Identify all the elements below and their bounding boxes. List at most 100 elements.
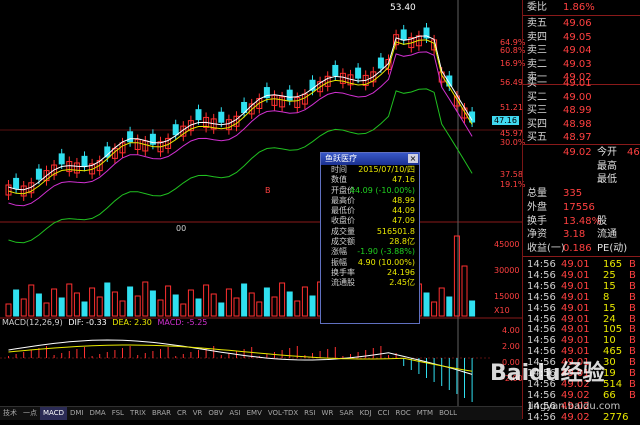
volume-bar <box>119 300 126 317</box>
popup-row: 开盘价 44.09 (-10.00%) <box>321 186 419 196</box>
volume-bar <box>203 284 210 317</box>
bids-price: 49.01 <box>563 78 592 89</box>
tab-rsi[interactable]: RSI <box>301 407 318 420</box>
quote-label-right: 最低 <box>597 174 617 186</box>
quote-label-left: 总量 <box>527 188 547 200</box>
popup-title-bar[interactable]: 鱼跃医疗 × <box>321 153 419 165</box>
popup-row-value: 2015/07/10/四 <box>358 165 415 174</box>
tab-cr[interactable]: CR <box>174 407 190 420</box>
candle-body <box>58 153 65 165</box>
bids-price: 48.99 <box>563 105 592 117</box>
popup-row-label: 收盘价 <box>331 216 355 226</box>
popup-row-value: 24.196 <box>387 267 415 277</box>
volume-bar <box>218 302 225 317</box>
popup-row: 时间 2015/07/10/四 <box>321 165 419 175</box>
popup-row: 最低价 44.09 <box>321 206 419 216</box>
tab-kdj[interactable]: KDJ <box>357 407 375 420</box>
axis-label: 45.97 <box>500 129 523 138</box>
asks-row[interactable]: 卖五 49.06 <box>523 17 640 31</box>
watermark-logo: Baidu经验 <box>490 361 605 386</box>
asks-row[interactable]: 卖四 49.05 <box>523 31 640 45</box>
axis-label: 51.21 <box>500 103 523 112</box>
quote-label-left: 净资 <box>527 229 547 241</box>
quote-value-left: 335 <box>563 188 583 200</box>
volume-bar <box>5 303 12 317</box>
volume-bar <box>469 300 476 317</box>
bids-row[interactable]: 买一 49.01 <box>523 77 640 91</box>
quote-row: 最高 <box>523 160 640 174</box>
volume-bar <box>58 297 65 317</box>
candle-body <box>172 124 179 136</box>
kline-chart-svg[interactable] <box>0 0 522 408</box>
volume-header-value: 00 <box>176 224 187 233</box>
quote-row: 换手 13.48% 股 <box>523 215 640 229</box>
asks-row[interactable]: 卖三 49.04 <box>523 44 640 58</box>
tab-dmi[interactable]: DMI <box>67 407 87 420</box>
quote-row: 净资 3.18 流通 <box>523 228 640 242</box>
candle-body <box>400 29 407 41</box>
popup-row: 收盘价 47.09 <box>321 216 419 226</box>
close-icon[interactable]: × <box>408 154 418 163</box>
tab-obv[interactable]: OBV <box>205 407 226 420</box>
asks-price: 49.04 <box>563 45 592 57</box>
bids-row[interactable]: 买三 48.99 <box>523 104 640 118</box>
tab-boll[interactable]: BOLL <box>436 407 460 420</box>
quote-row: 49.02 今开 46. <box>523 146 640 160</box>
volume-bar <box>263 287 270 317</box>
volume-bar <box>165 285 172 317</box>
bids-row[interactable]: 买二 49.00 <box>523 91 640 105</box>
tab-wr[interactable]: WR <box>319 407 337 420</box>
tab-vol-tdx[interactable]: VOL-TDX <box>265 407 301 420</box>
volume-bar <box>127 286 134 317</box>
indicator-tab-bar: 技术 一点 MACD DMI DMA FSL TRIX BRAR CR VR OBV ASI EMV VO… <box>0 406 522 420</box>
axis-label: 56.49 <box>500 78 523 87</box>
popup-row-label: 最低价 <box>331 206 355 216</box>
tab-trix[interactable]: TRIX <box>127 407 149 420</box>
commission-ratio-value: 1.86% <box>563 2 595 13</box>
popup-row-value: 28.8亿 <box>389 237 415 247</box>
volume-bar <box>225 288 232 317</box>
bids-row[interactable]: 买四 48.98 <box>523 118 640 132</box>
quote-value-left: 49.02 <box>563 147 592 158</box>
tab-技术[interactable]: 技术 <box>0 407 20 420</box>
popup-row-value: 47.16 <box>392 175 415 185</box>
tab-一点[interactable]: 一点 <box>20 407 40 420</box>
tab-macd[interactable]: MACD <box>40 407 67 420</box>
macd-dea: DEA: 2.30 <box>112 318 152 327</box>
popup-title: 鱼跃医疗 <box>325 154 357 163</box>
axis-label: 15000 <box>494 292 520 301</box>
divider <box>523 15 640 16</box>
volume-bar <box>111 291 118 317</box>
kline-chart-area[interactable]: 53.40 47.16 B 64.9% 60.8% 56.49 51.21 45… <box>0 0 525 408</box>
tick-price: 49.02 <box>561 411 590 423</box>
volume-bar <box>149 290 156 317</box>
tab-emv[interactable]: EMV <box>244 407 265 420</box>
tab-roc[interactable]: ROC <box>392 407 413 420</box>
tab-dma[interactable]: DMA <box>86 407 108 420</box>
quote-label-right: 最高 <box>597 160 617 172</box>
popup-row-label: 涨幅 <box>331 247 347 257</box>
bids-label: 买一 <box>527 78 547 89</box>
chart-marker-label: B <box>265 186 271 195</box>
candle-body <box>218 111 225 123</box>
asks-row[interactable]: 卖二 49.03 <box>523 58 640 72</box>
tab-brar[interactable]: BRAR <box>149 407 174 420</box>
volume-bar <box>43 302 50 317</box>
candle-body <box>355 67 362 79</box>
tab-mtm[interactable]: MTM <box>414 407 436 420</box>
tab-asi[interactable]: ASI <box>226 407 243 420</box>
tab-fsl[interactable]: FSL <box>109 407 127 420</box>
axis-label: 45000 <box>494 240 520 249</box>
volume-bar <box>73 292 80 317</box>
dif-line <box>8 339 473 375</box>
popup-row-value: -1.90 (-3.88%) <box>357 247 415 257</box>
tab-vr[interactable]: VR <box>190 407 206 420</box>
volume-bar <box>35 293 42 317</box>
stock-info-popup[interactable]: 鱼跃医疗 × 时间 2015/07/10/四 数值 47.16 开盘价 44.09 (-1… <box>320 152 420 324</box>
tab-cci[interactable]: CCI <box>375 407 393 420</box>
candle-body <box>377 57 384 69</box>
macd-dif: DIF: -0.33 <box>68 318 107 327</box>
volume-bar <box>66 283 73 317</box>
bids-label: 买三 <box>527 105 547 117</box>
tab-sar[interactable]: SAR <box>336 407 356 420</box>
